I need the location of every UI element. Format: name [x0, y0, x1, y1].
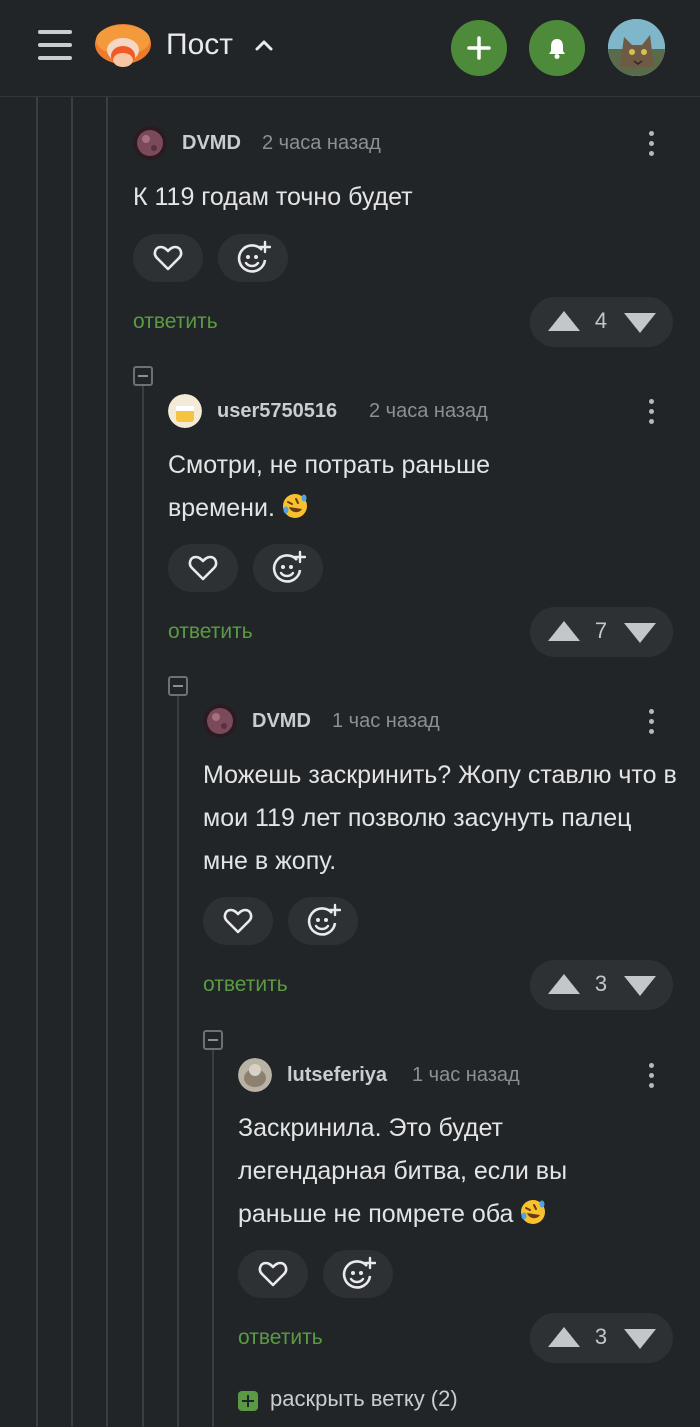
- emoji-add-icon: [307, 903, 341, 936]
- expand-branch-label: раскрыть ветку (2): [270, 1386, 458, 1411]
- comment-text-content: Заскринила. Это будет легендарная битва,…: [238, 1114, 568, 1228]
- add-reaction-button[interactable]: [288, 897, 358, 945]
- avatar[interactable]: [203, 704, 237, 738]
- rofl-emoji: [521, 1200, 546, 1224]
- heart-icon: [153, 245, 183, 271]
- like-button[interactable]: [168, 544, 238, 592]
- vote-count: 7: [594, 618, 608, 643]
- more-vertical-icon[interactable]: [646, 129, 656, 159]
- arrow-up-icon[interactable]: [548, 1327, 580, 1347]
- site-logo[interactable]: [93, 20, 153, 76]
- comment-author[interactable]: user5750516: [217, 400, 337, 423]
- arrow-down-icon[interactable]: [624, 976, 656, 996]
- comment-time[interactable]: 2 часа назад: [262, 132, 381, 155]
- comment-text: Заскринила. Это будет легендарная битва,…: [238, 1107, 658, 1236]
- add-reaction-button[interactable]: [323, 1250, 393, 1298]
- heart-icon: [258, 1261, 288, 1287]
- comment-author[interactable]: lutseferiya: [287, 1064, 387, 1087]
- vote-control: 7: [530, 607, 673, 657]
- avatar[interactable]: [133, 126, 167, 160]
- thread-line: [71, 97, 73, 1427]
- thread-line: [212, 1049, 214, 1427]
- vote-control: 3: [530, 960, 673, 1010]
- arrow-down-icon[interactable]: [624, 623, 656, 643]
- arrow-up-icon[interactable]: [548, 974, 580, 994]
- vote-control: 3: [530, 1313, 673, 1363]
- collapse-branch-button[interactable]: [203, 1030, 223, 1050]
- more-vertical-icon[interactable]: [646, 397, 656, 427]
- vote-count: 3: [594, 1324, 608, 1349]
- comment-text: Можешь заскринить? Жопу ставлю что в мои…: [203, 761, 677, 875]
- like-button[interactable]: [203, 897, 273, 945]
- comment-time[interactable]: 1 час назад: [332, 710, 440, 733]
- like-button[interactable]: [133, 234, 203, 282]
- reply-button[interactable]: ответить: [203, 973, 288, 997]
- notifications-button[interactable]: [529, 20, 585, 76]
- vote-control: 4: [530, 297, 673, 347]
- comment-author[interactable]: DVMD: [182, 132, 241, 155]
- emoji-add-icon: [237, 240, 271, 273]
- bell-icon: [549, 39, 565, 59]
- menu-icon[interactable]: [38, 30, 72, 60]
- user-avatar[interactable]: [608, 19, 665, 76]
- comment-text: К 119 годам точно будет: [133, 183, 413, 211]
- more-vertical-icon[interactable]: [646, 707, 656, 737]
- reply-button[interactable]: ответить: [168, 620, 253, 644]
- thread-line: [142, 386, 144, 1427]
- page-title[interactable]: Пост: [166, 28, 233, 62]
- vote-count: 4: [594, 308, 608, 333]
- arrow-down-icon[interactable]: [624, 1329, 656, 1349]
- plus-icon: [467, 36, 491, 60]
- arrow-up-icon[interactable]: [548, 621, 580, 641]
- thread-line: [106, 97, 108, 1427]
- arrow-up-icon[interactable]: [548, 311, 580, 331]
- heart-icon: [188, 555, 218, 581]
- plus-icon: [238, 1391, 258, 1411]
- top-bar: Пост: [0, 0, 700, 97]
- arrow-down-icon[interactable]: [624, 313, 656, 333]
- thread-line: [177, 695, 179, 1427]
- chevron-up-icon[interactable]: [252, 34, 276, 58]
- comment-author[interactable]: DVMD: [252, 710, 311, 733]
- reply-button[interactable]: ответить: [133, 310, 218, 334]
- comment-time[interactable]: 1 час назад: [412, 1064, 520, 1087]
- comment-text-content: Смотри, не потрать раньше времени.: [168, 451, 491, 522]
- heart-icon: [223, 908, 253, 934]
- like-button[interactable]: [238, 1250, 308, 1298]
- avatar[interactable]: [238, 1058, 272, 1092]
- rofl-emoji: [282, 494, 307, 518]
- comment-text: Смотри, не потрать раньше времени.: [168, 444, 568, 530]
- add-post-button[interactable]: [451, 20, 507, 76]
- emoji-add-icon: [272, 550, 306, 583]
- more-vertical-icon[interactable]: [646, 1061, 656, 1091]
- reply-button[interactable]: ответить: [238, 1326, 323, 1350]
- thread-line: [36, 97, 38, 1427]
- collapse-branch-button[interactable]: [168, 676, 188, 696]
- add-reaction-button[interactable]: [218, 234, 288, 282]
- vote-count: 3: [594, 971, 608, 996]
- collapse-branch-button[interactable]: [133, 366, 153, 386]
- avatar[interactable]: [168, 394, 202, 428]
- add-reaction-button[interactable]: [253, 544, 323, 592]
- emoji-add-icon: [342, 1256, 376, 1289]
- comment-time[interactable]: 2 часа назад: [369, 400, 488, 423]
